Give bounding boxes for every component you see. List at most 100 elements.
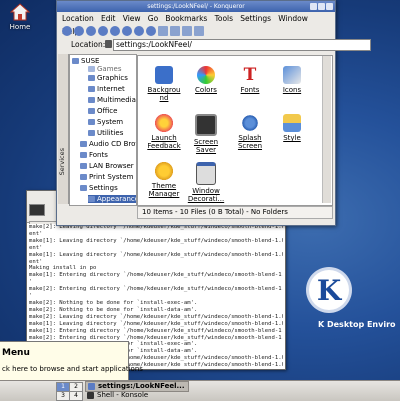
- zoom-in-icon[interactable]: [134, 26, 144, 36]
- location-bar: Location: settings:/LookNFeel/: [57, 38, 371, 52]
- location-label: Location:: [71, 40, 106, 49]
- tree-item[interactable]: Utilities: [88, 129, 123, 137]
- terminal-line: ': [29, 293, 33, 300]
- close-button[interactable]: [326, 3, 333, 10]
- konqueror-window[interactable]: settings:/LookNFeel/ - Konqueror Locatio…: [56, 0, 371, 226]
- menu-location[interactable]: Location: [62, 12, 94, 25]
- terminal-line: ent': [29, 230, 43, 237]
- icon-view-icon[interactable]: [158, 26, 168, 36]
- terminal-line: ent': [29, 244, 43, 251]
- konqueror-menubar: Location Edit View Go Bookmarks Tools Se…: [57, 12, 335, 36]
- menu-edit[interactable]: Edit: [101, 12, 116, 25]
- kmenu-tooltip: Menu ck here to browse and start applica…: [0, 341, 143, 383]
- menu-window[interactable]: Window: [278, 12, 308, 25]
- kde-logo-text: K Desktop Enviro: [318, 320, 396, 329]
- tree-item[interactable]: Print System Br: [80, 173, 136, 181]
- menu-settings[interactable]: Settings: [240, 12, 271, 25]
- konsole-icon: [87, 392, 94, 399]
- location-input[interactable]: settings:/LookNFeel/: [113, 39, 371, 51]
- sidebar-tree: SUSE Games Graphics Internet Multimedia …: [69, 54, 137, 206]
- clear-location-icon[interactable]: [105, 40, 112, 48]
- terminal-line: ': [29, 279, 33, 286]
- zoom-out-icon[interactable]: [146, 26, 156, 36]
- kde-logo: K K Desktop Enviro: [300, 270, 400, 340]
- terminal-line: make[1]: Leaving directory `/home/kdeuse…: [29, 237, 283, 244]
- tree-item[interactable]: Settings: [80, 184, 118, 192]
- new-session-icon[interactable]: [29, 204, 45, 216]
- sidebar-tab-services[interactable]: Services: [58, 148, 68, 175]
- terminal-line: ent': [29, 258, 43, 265]
- splash-screen-icon: [241, 114, 259, 132]
- tree-item[interactable]: Office: [88, 107, 117, 115]
- minimize-button[interactable]: [310, 3, 317, 10]
- tree-item[interactable]: System: [88, 118, 123, 126]
- tree-item[interactable]: Fonts: [80, 151, 108, 159]
- home-desktop-icon[interactable]: Home: [5, 3, 35, 35]
- icons-icon: [283, 66, 301, 84]
- item-theme-manager[interactable]: Theme Manager: [144, 162, 184, 198]
- terminal-line: make[1]: Leaving directory `/home/kdeuse…: [29, 320, 283, 327]
- terminal-line: make[1]: Entering directory `/home/kdeus…: [29, 327, 283, 334]
- home-icon: [9, 3, 31, 21]
- terminal-line: make[1]: Entering directory `/home/kdeus…: [29, 272, 283, 279]
- menu-view[interactable]: View: [123, 12, 141, 25]
- terminal-line: make[2]: Entering directory `/home/kdeus…: [29, 286, 283, 293]
- tooltip-title: Menu: [2, 348, 30, 358]
- kde-gear-icon: K: [309, 270, 349, 310]
- item-icons[interactable]: Icons: [272, 66, 312, 94]
- back-icon[interactable]: [74, 26, 84, 36]
- fonts-icon: T: [241, 66, 259, 84]
- item-window-decorations[interactable]: Window Decorati...: [186, 162, 226, 203]
- forward-icon[interactable]: [86, 26, 96, 36]
- terminal-line: make[2]: Leaving directory `/home/kdeuse…: [29, 313, 283, 320]
- item-splash-screen[interactable]: Splash Screen: [230, 114, 270, 150]
- konqueror-icon: [88, 383, 95, 390]
- status-bar: 10 Items - 10 Files (0 B Total) - No Fol…: [137, 206, 333, 219]
- item-fonts[interactable]: T Fonts: [230, 66, 270, 94]
- taskbar: 1 2 3 4 settings:/LookNFeel... Shell - K…: [0, 380, 400, 401]
- file-view: Backgrou nd Colors T Fonts Icons Launch …: [137, 55, 333, 206]
- task-konsole[interactable]: Shell - Konsole: [85, 391, 187, 400]
- vertical-scrollbar[interactable]: [322, 56, 331, 203]
- screen-saver-icon: [195, 114, 217, 136]
- launch-feedback-icon: [155, 114, 173, 132]
- detail-view-icon[interactable]: [170, 26, 180, 36]
- terminal-line: Making install in po: [29, 265, 97, 272]
- desktop-pager: 1 2 3 4: [56, 382, 83, 401]
- window-decorations-icon: [196, 162, 216, 185]
- item-launch-feedback[interactable]: Launch Feedback: [144, 114, 184, 150]
- item-background[interactable]: Backgrou nd: [144, 66, 184, 102]
- tree-item[interactable]: Internet: [88, 85, 125, 93]
- up-icon[interactable]: [62, 26, 72, 36]
- item-style[interactable]: Style: [272, 114, 312, 142]
- menu-tools[interactable]: Tools: [215, 12, 233, 25]
- item-colors[interactable]: Colors: [186, 66, 226, 94]
- tree-view-icon[interactable]: [194, 26, 204, 36]
- colors-icon: [197, 66, 215, 84]
- stop-icon[interactable]: [122, 26, 132, 36]
- tooltip-description: ck here to browse and start applications: [2, 365, 143, 373]
- item-screen-saver[interactable]: Screen Saver: [186, 114, 226, 154]
- home-label: Home: [9, 23, 31, 31]
- konqueror-toolbar: [57, 25, 335, 38]
- terminal-line: make[1]: Leaving directory `/home/kdeuse…: [29, 251, 283, 258]
- reload-icon[interactable]: [110, 26, 120, 36]
- tree-item[interactable]: Audio CD Brows: [80, 140, 136, 148]
- tree-item[interactable]: LAN Browser: [80, 162, 134, 170]
- tree-item-selected[interactable]: Appearance: [88, 195, 136, 203]
- sidebar-tabs: Services: [58, 54, 69, 204]
- tree-item[interactable]: Graphics: [88, 74, 128, 82]
- tree-item[interactable]: Multimedia: [88, 96, 136, 104]
- style-icon: [283, 114, 301, 132]
- theme-manager-icon: [155, 162, 173, 180]
- tree-item[interactable]: Games: [88, 65, 122, 73]
- konqueror-titlebar[interactable]: settings:/LookNFeel/ - Konqueror: [57, 1, 335, 12]
- tree-item[interactable]: SUSE: [72, 57, 99, 65]
- terminal-line: make[2]: Nothing to be done for `install…: [29, 306, 198, 313]
- menu-bookmarks[interactable]: Bookmarks: [165, 12, 207, 25]
- menu-go[interactable]: Go: [148, 12, 158, 25]
- home-nav-icon[interactable]: [98, 26, 108, 36]
- background-icon: [155, 66, 173, 84]
- list-view-icon[interactable]: [182, 26, 192, 36]
- maximize-button[interactable]: [318, 3, 325, 10]
